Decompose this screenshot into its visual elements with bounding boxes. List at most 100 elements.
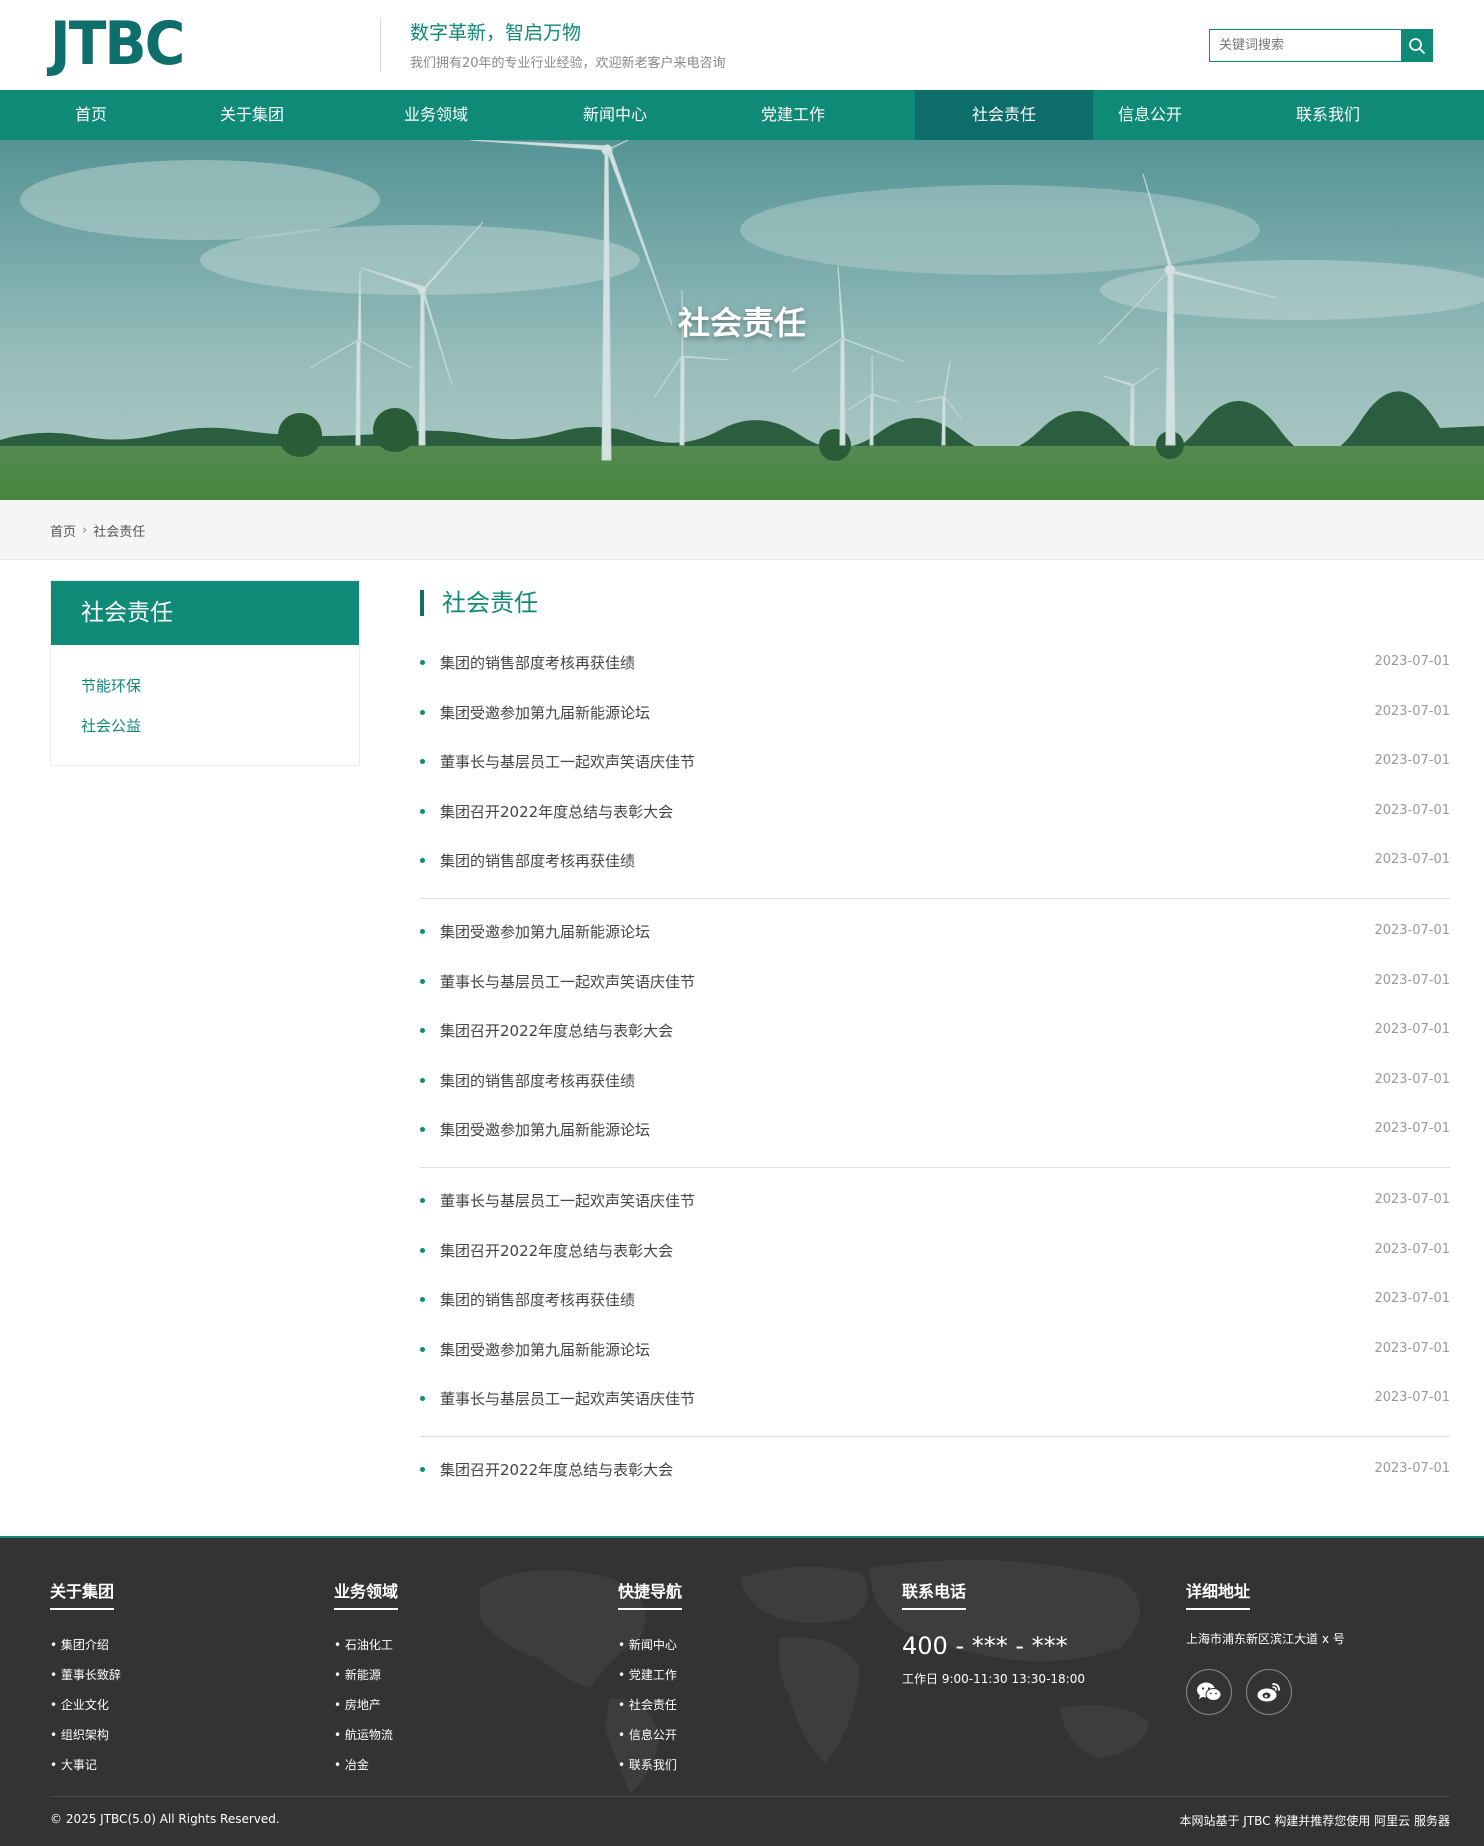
contact-phone: 400 - *** - *** — [902, 1632, 1068, 1660]
news-item[interactable]: 集团的销售部度考核再获佳绩 2023-07-01 — [420, 648, 1450, 678]
slogan: 数字革新，智启万物 — [410, 22, 582, 44]
news-date: 2023-07-01 — [1374, 1341, 1450, 1356]
site-header: JTBC 数字革新，智启万物 我们拥有20年的专业行业经验，欢迎新老客户来电咨询 — [0, 0, 1484, 90]
footer-link[interactable]: 新能源 — [334, 1660, 398, 1690]
nav-item-about[interactable]: 关于集团 — [204, 90, 300, 140]
news-item[interactable]: 集团召开2022年度总结与表彰大会 2023-07-01 — [420, 797, 1450, 827]
footer-link[interactable]: 党建工作 — [618, 1660, 682, 1690]
footer-link[interactable]: 冶金 — [334, 1750, 398, 1780]
footer-link[interactable]: 石油化工 — [334, 1630, 398, 1660]
bullet-icon — [420, 1028, 425, 1033]
footer-quick-title: 快捷导航 — [618, 1578, 683, 1610]
nav-item-news[interactable]: 新闻中心 — [567, 90, 663, 140]
news-title[interactable]: 集团受邀参加第九届新能源论坛 — [440, 921, 650, 942]
sidebar: 社会责任 节能环保 社会公益 — [50, 580, 360, 766]
news-title[interactable]: 董事长与基层员工一起欢声笑语庆佳节 — [440, 1388, 695, 1409]
sidebar-item-energy-saving[interactable]: 节能环保 — [81, 675, 141, 696]
news-item[interactable]: 集团受邀参加第九届新能源论坛 2023-07-01 — [420, 917, 1450, 947]
site-footer: 关于集团 集团介绍 董事长致辞 企业文化 组织架构 大事记 业务领域 石油化工 … — [0, 1536, 1484, 1846]
news-title[interactable]: 集团受邀参加第九届新能源论坛 — [440, 1339, 650, 1360]
bullet-icon — [420, 809, 425, 814]
header-divider — [380, 18, 381, 72]
news-item[interactable]: 董事长与基层员工一起欢声笑语庆佳节 2023-07-01 — [420, 967, 1450, 997]
footer-link[interactable]: 社会责任 — [618, 1690, 682, 1720]
news-title[interactable]: 集团的销售部度考核再获佳绩 — [440, 1070, 635, 1091]
news-title[interactable]: 集团的销售部度考核再获佳绩 — [440, 850, 635, 871]
news-title[interactable]: 董事长与基层员工一起欢声笑语庆佳节 — [440, 751, 695, 772]
search-box — [1209, 29, 1433, 62]
footer-link[interactable]: 房地产 — [334, 1690, 398, 1720]
news-title[interactable]: 集团召开2022年度总结与表彰大会 — [440, 1020, 673, 1041]
news-date: 2023-07-01 — [1374, 1390, 1450, 1405]
footer-link[interactable]: 新闻中心 — [618, 1630, 682, 1660]
nav-item-party[interactable]: 党建工作 — [745, 90, 841, 140]
nav-item-social[interactable]: 社会责任 — [915, 90, 1093, 140]
sub-slogan: 我们拥有20年的专业行业经验，欢迎新老客户来电咨询 — [410, 56, 726, 71]
footer-business-title: 业务领域 — [334, 1578, 399, 1610]
copyright: © 2025 JTBC(5.0) All Rights Reserved. — [50, 1812, 280, 1826]
nav-item-contact[interactable]: 联系我们 — [1280, 90, 1376, 140]
news-item[interactable]: 集团的销售部度考核再获佳绩 2023-07-01 — [420, 1285, 1450, 1315]
news-item[interactable]: 董事长与基层员工一起欢声笑语庆佳节 2023-07-01 — [420, 1186, 1450, 1216]
nav-item-info[interactable]: 信息公开 — [1102, 90, 1198, 140]
page-banner: 社会责任 — [0, 140, 1484, 500]
sidebar-title: 社会责任 — [51, 581, 359, 645]
news-date: 2023-07-01 — [1374, 973, 1450, 988]
news-title[interactable]: 集团受邀参加第九届新能源论坛 — [440, 1119, 650, 1140]
news-date: 2023-07-01 — [1374, 1022, 1450, 1037]
news-item[interactable]: 集团召开2022年度总结与表彰大会 2023-07-01 — [420, 1016, 1450, 1046]
bullet-icon — [420, 929, 425, 934]
footer-link[interactable]: 集团介绍 — [50, 1630, 121, 1660]
footer-link[interactable]: 组织架构 — [50, 1720, 121, 1750]
footer-business: 业务领域 石油化工 新能源 房地产 航运物流 冶金 — [334, 1578, 399, 1780]
bullet-icon — [420, 660, 425, 665]
bullet-icon — [420, 1396, 425, 1401]
news-title[interactable]: 董事长与基层员工一起欢声笑语庆佳节 — [440, 971, 695, 992]
list-divider — [420, 1436, 1450, 1437]
footer-link[interactable]: 信息公开 — [618, 1720, 682, 1750]
sidebar-item-public-welfare[interactable]: 社会公益 — [81, 715, 141, 736]
nav-item-business[interactable]: 业务领域 — [388, 90, 484, 140]
news-item[interactable]: 集团召开2022年度总结与表彰大会 2023-07-01 — [420, 1236, 1450, 1266]
news-title[interactable]: 集团召开2022年度总结与表彰大会 — [440, 1459, 673, 1480]
news-item[interactable]: 集团的销售部度考核再获佳绩 2023-07-01 — [420, 1066, 1450, 1096]
news-item[interactable]: 集团受邀参加第九届新能源论坛 2023-07-01 — [420, 698, 1450, 728]
footer-link[interactable]: 企业文化 — [50, 1690, 121, 1720]
bullet-icon — [420, 858, 425, 863]
footer-quick-nav: 快捷导航 新闻中心 党建工作 社会责任 信息公开 联系我们 — [618, 1578, 683, 1780]
footer-link[interactable]: 董事长致辞 — [50, 1660, 121, 1690]
footer-link[interactable]: 大事记 — [50, 1750, 121, 1780]
bullet-icon — [420, 1467, 425, 1472]
news-item[interactable]: 集团召开2022年度总结与表彰大会 2023-07-01 — [420, 1455, 1450, 1485]
news-title[interactable]: 集团受邀参加第九届新能源论坛 — [440, 702, 650, 723]
news-title[interactable]: 集团召开2022年度总结与表彰大会 — [440, 801, 673, 822]
footer-link[interactable]: 联系我们 — [618, 1750, 682, 1780]
news-item[interactable]: 董事长与基层员工一起欢声笑语庆佳节 2023-07-01 — [420, 1384, 1450, 1414]
news-title[interactable]: 集团的销售部度考核再获佳绩 — [440, 652, 635, 673]
news-title[interactable]: 董事长与基层员工一起欢声笑语庆佳节 — [440, 1190, 695, 1211]
search-button[interactable] — [1401, 30, 1432, 61]
footer-about: 关于集团 集团介绍 董事长致辞 企业文化 组织架构 大事记 — [50, 1578, 121, 1780]
news-title[interactable]: 集团的销售部度考核再获佳绩 — [440, 1289, 635, 1310]
news-date: 2023-07-01 — [1374, 1461, 1450, 1476]
breadcrumb-home[interactable]: 首页 — [50, 521, 76, 540]
search-input[interactable] — [1210, 30, 1401, 61]
chevron-right-icon: › — [82, 523, 88, 538]
news-date: 2023-07-01 — [1374, 803, 1450, 818]
news-title[interactable]: 集团召开2022年度总结与表彰大会 — [440, 1240, 673, 1261]
site-logo[interactable]: JTBC — [50, 14, 185, 74]
weibo-button[interactable] — [1246, 1669, 1292, 1715]
work-hours: 工作日 9:00-11:30 13:30-18:00 — [902, 1672, 1085, 1686]
bullet-icon — [420, 1198, 425, 1203]
nav-item-home[interactable]: 首页 — [50, 90, 132, 140]
news-item[interactable]: 董事长与基层员工一起欢声笑语庆佳节 2023-07-01 — [420, 747, 1450, 777]
powered-by: 本网站基于 JTBC 构建并推荐您使用 阿里云 服务器 — [1179, 1814, 1450, 1828]
news-item[interactable]: 集团受邀参加第九届新能源论坛 2023-07-01 — [420, 1335, 1450, 1365]
news-date: 2023-07-01 — [1374, 1192, 1450, 1207]
news-item[interactable]: 集团的销售部度考核再获佳绩 2023-07-01 — [420, 846, 1450, 876]
news-item[interactable]: 集团受邀参加第九届新能源论坛 2023-07-01 — [420, 1115, 1450, 1145]
content-title: 社会责任 — [420, 590, 538, 616]
wechat-button[interactable] — [1186, 1669, 1232, 1715]
news-date: 2023-07-01 — [1374, 1121, 1450, 1136]
footer-link[interactable]: 航运物流 — [334, 1720, 398, 1750]
